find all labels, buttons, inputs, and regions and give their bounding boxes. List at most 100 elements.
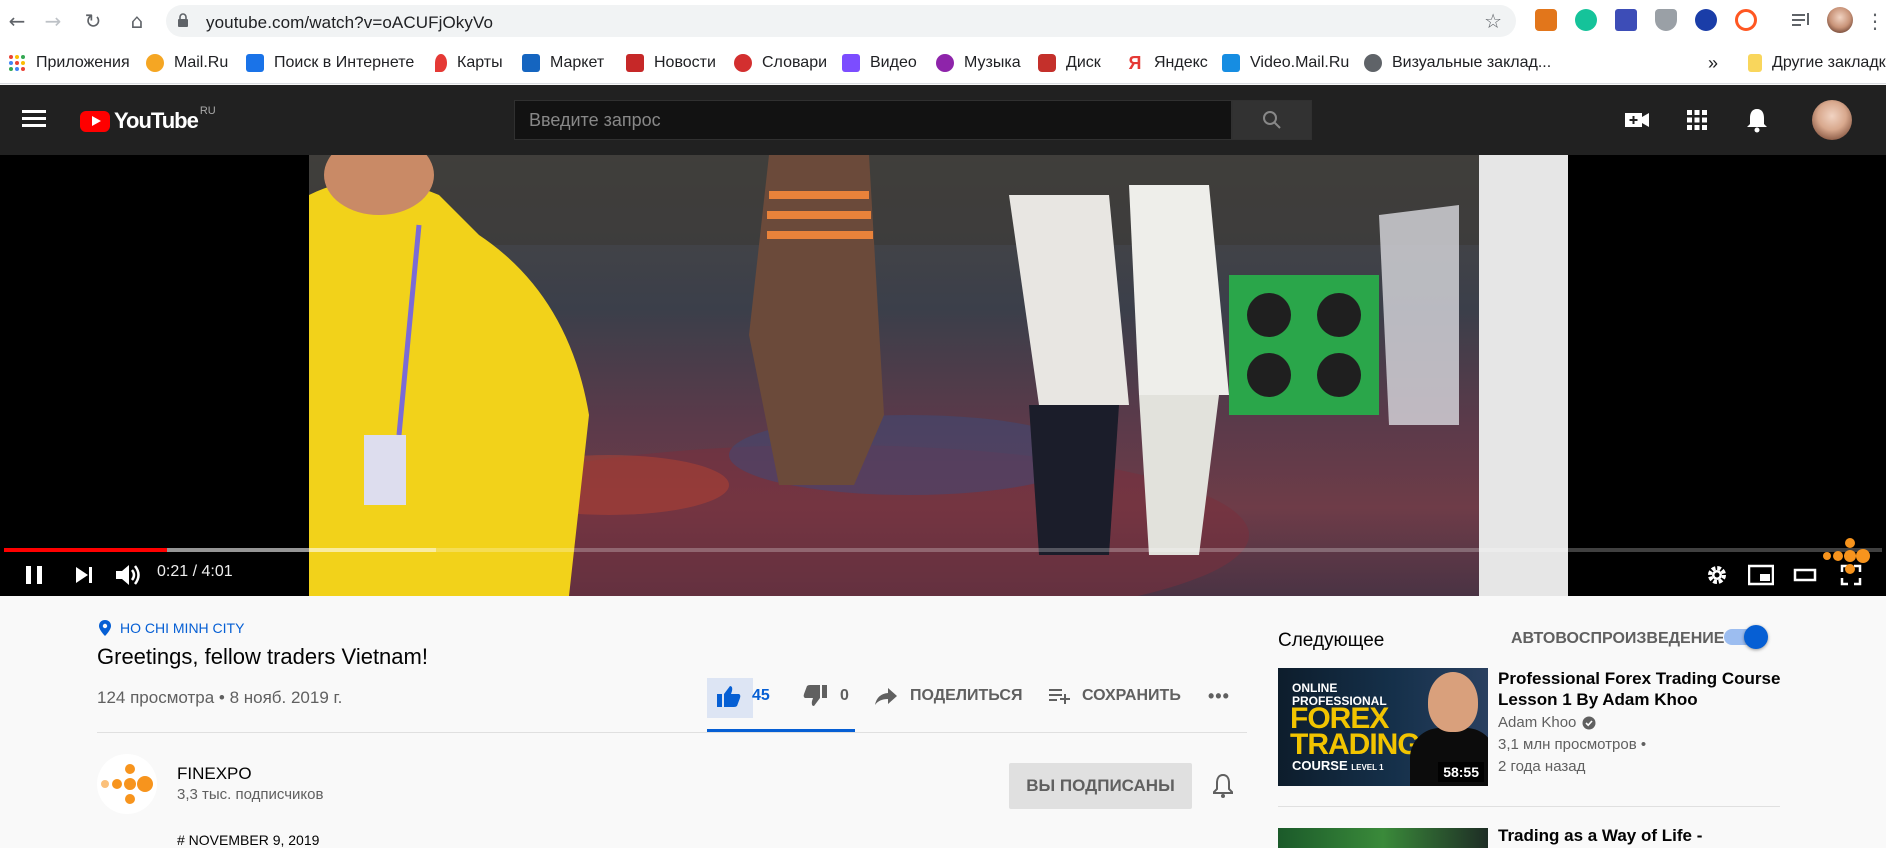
watch-info: HO CHI MINH CITY Greetings, fellow trade… <box>0 596 1886 848</box>
bookmark-video[interactable]: Видео <box>842 52 917 74</box>
browser-toolbar: ← → ↻ ⌂ youtube.com/watch?v=oACUFjOkyVo … <box>0 0 1886 42</box>
save-button[interactable]: СОХРАНИТЬ <box>1048 676 1181 716</box>
youtube-play-icon <box>80 110 110 132</box>
create-video-icon[interactable] <box>1622 105 1652 135</box>
bookmark-other[interactable]: Другие закладки <box>1748 52 1886 74</box>
folder-icon <box>1748 54 1762 72</box>
url-text: youtube.com/watch?v=oACUFjOkyVo <box>206 13 494 32</box>
location-link[interactable]: HO CHI MINH CITY <box>98 620 244 636</box>
description-preview: # NOVEMBER 9, 2019 <box>177 832 320 848</box>
autoplay-toggle[interactable] <box>1724 625 1768 649</box>
bookmark-music[interactable]: Музыка <box>936 52 1021 74</box>
logo-region: RU <box>199 105 216 117</box>
video-player[interactable]: 0:21 / 4:01 <box>0 155 1886 596</box>
video-icon <box>842 54 860 72</box>
bookmark-star-icon[interactable]: ☆ <box>1484 9 1502 33</box>
shield-extension-icon[interactable] <box>1655 9 1677 31</box>
related-video-title[interactable]: Professional Forex Trading Course Lesson… <box>1498 668 1798 710</box>
notifications-bell-icon[interactable] <box>1742 105 1772 135</box>
bookmark-mailru[interactable]: Mail.Ru <box>146 52 228 74</box>
extension-icon[interactable] <box>1615 9 1637 31</box>
bookmark-visual[interactable]: Визуальные заклад... <box>1364 52 1551 74</box>
reload-icon[interactable]: ↻ <box>80 8 106 34</box>
yandex-icon: Я <box>1128 53 1142 73</box>
back-arrow-icon[interactable]: ← <box>4 8 30 34</box>
bookmark-disk[interactable]: Диск <box>1038 52 1101 74</box>
thumbnail-text-main: FOREX TRADING <box>1290 702 1421 761</box>
search-button[interactable] <box>1232 100 1312 140</box>
bookmark-news[interactable]: Новости <box>626 52 716 74</box>
next-button[interactable] <box>70 557 98 593</box>
like-button[interactable]: 45 <box>716 676 770 716</box>
bookmark-label: Приложения <box>36 54 130 71</box>
home-icon[interactable]: ⌂ <box>124 8 150 34</box>
dislike-button[interactable]: 0 <box>802 676 849 716</box>
channel-watermark-logo <box>1823 538 1870 574</box>
related-video-channel[interactable]: Adam Khoo <box>1498 714 1596 731</box>
bookmark-yandex[interactable]: Я Яндекс <box>1126 52 1208 74</box>
bookmark-apps[interactable]: Приложения <box>8 52 130 74</box>
channel-name[interactable]: FINEXPO <box>177 764 252 784</box>
related-video-views: 3,1 млн просмотров • <box>1498 736 1647 753</box>
save-label: СОХРАНИТЬ <box>1082 687 1181 704</box>
related-video-date: 2 года назад <box>1498 758 1586 775</box>
youtube-logo[interactable]: YouTube RU <box>80 105 216 134</box>
globe-extension-icon[interactable] <box>1695 9 1717 31</box>
bookmark-label: Словари <box>762 54 828 71</box>
media-queue-icon[interactable] <box>1790 9 1812 31</box>
metamask-extension-icon[interactable] <box>1535 9 1557 31</box>
apps-grid-icon <box>9 55 25 71</box>
account-avatar[interactable] <box>1812 100 1852 140</box>
presenter-face <box>1428 672 1478 732</box>
mailru-icon <box>146 54 164 72</box>
bookmark-maps[interactable]: Карты <box>432 52 503 74</box>
miniplayer-button[interactable] <box>1746 557 1776 593</box>
share-arrow-icon <box>875 688 897 705</box>
share-button[interactable]: ПОДЕЛИТЬСЯ <box>874 676 1022 716</box>
video-frame[interactable] <box>309 155 1568 596</box>
like-count: 45 <box>752 687 770 704</box>
channel-avatar[interactable] <box>97 754 157 814</box>
apps-icon[interactable] <box>1682 105 1712 135</box>
verified-check-icon <box>1582 716 1596 729</box>
location-pin-icon <box>99 620 111 636</box>
cart-icon <box>522 54 540 72</box>
volume-button[interactable] <box>112 557 144 593</box>
profile-avatar[interactable] <box>1827 7 1853 33</box>
grammarly-extension-icon[interactable] <box>1575 9 1597 31</box>
toggle-knob <box>1744 625 1768 649</box>
more-actions-button[interactable]: ••• <box>1208 676 1230 716</box>
settings-button[interactable] <box>1702 557 1732 593</box>
notification-bell-icon[interactable] <box>1210 772 1236 800</box>
theater-mode-button[interactable] <box>1790 557 1820 593</box>
address-bar[interactable]: youtube.com/watch?v=oACUFjOkyVo ☆ <box>166 5 1516 37</box>
bookmark-dictionaries[interactable]: Словари <box>734 52 827 74</box>
bookmark-label: Маркет <box>550 54 605 71</box>
related-video-title[interactable]: Trading as a Way of Life - <box>1498 826 1702 846</box>
extension-icon-orange[interactable] <box>1735 9 1757 31</box>
bookmarks-overflow-button[interactable]: » <box>1708 52 1718 74</box>
autoplay-label: АВТОВОСПРОИЗВЕДЕНИЕ <box>1511 630 1725 647</box>
subscribed-button[interactable]: ВЫ ПОДПИСАНЫ <box>1009 763 1192 809</box>
bookmark-label: Яндекс <box>1154 54 1208 71</box>
pause-button[interactable] <box>20 557 48 593</box>
bookmark-market[interactable]: Маркет <box>522 52 604 74</box>
disk-icon <box>1038 54 1056 72</box>
forward-arrow-icon[interactable]: → <box>40 8 66 34</box>
bookmark-video-mailru[interactable]: Video.Mail.Ru <box>1222 52 1349 74</box>
time-display: 0:21 / 4:01 <box>157 563 233 580</box>
progress-bar[interactable] <box>4 548 1882 552</box>
channel-label: Adam Khoo <box>1498 714 1577 731</box>
bookmark-search[interactable]: Поиск в Интернете <box>246 52 414 74</box>
add-to-playlist-icon <box>1049 689 1070 704</box>
bookmark-label: Video.Mail.Ru <box>1250 54 1350 71</box>
menu-icon[interactable] <box>22 110 46 128</box>
search-input[interactable] <box>515 101 1231 139</box>
divider <box>1278 806 1780 807</box>
video-thumbnail[interactable] <box>1278 828 1488 848</box>
browser-menu-icon[interactable]: ⋮ <box>1862 8 1886 34</box>
video-views-date: 124 просмотра • 8 нояб. 2019 г. <box>97 688 343 707</box>
volume-icon <box>116 565 140 585</box>
video-thumbnail[interactable]: ONLINE PROFESSIONAL FOREX TRADING COURSE L… <box>1278 668 1488 786</box>
bookmark-label: Поиск в Интернете <box>274 54 415 71</box>
